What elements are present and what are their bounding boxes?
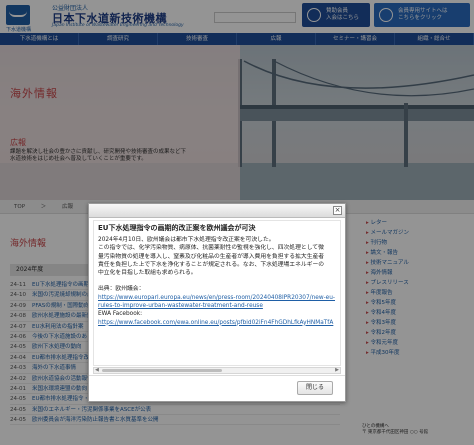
news-dialog: × EU下水処理指令の画期的改正案を欧州議会が可決 2024年4月10日、欧州議… <box>88 203 346 402</box>
horizontal-scrollbar[interactable]: ◀ ▶ <box>93 367 341 374</box>
source-label: 出典：欧州議会： <box>98 286 145 293</box>
dialog-line: この指令では、化学汚染物質、病原体、抗菌薬耐性の監視を強化し、四次処理として微 <box>98 245 324 252</box>
ewa-link[interactable]: https://www.facebook.com/ewa.online.eu/p… <box>98 319 336 327</box>
dialog-line: 量汚染物質の処理を導入し、窒素及び化粧品の生産者が導入費用を負担する拡大生産者 <box>98 253 325 260</box>
dialog-titlebar: × <box>89 204 345 218</box>
scrollbar-thumb[interactable] <box>102 369 222 372</box>
ewa-label: EWA Facebook: <box>98 311 143 318</box>
scroll-left-icon[interactable]: ◀ <box>95 367 99 373</box>
close-icon[interactable]: × <box>333 206 342 215</box>
dialog-line: 中立化を目指した取組も求められる。 <box>98 270 197 277</box>
dialog-footer: 閉じる <box>89 375 345 401</box>
close-button[interactable]: 閉じる <box>297 381 333 395</box>
scroll-right-icon[interactable]: ▶ <box>335 367 339 373</box>
dialog-line: 2024年4月10日、欧州議会は都市下水処理指令改正案を可決した。 <box>98 237 275 243</box>
source-link[interactable]: https://www.europarl.europa.eu/news/en/p… <box>98 294 336 311</box>
dialog-title: EU下水処理指令の画期的改正案を欧州議会が可決 <box>98 224 256 232</box>
dialog-content: EU下水処理指令の画期的改正案を欧州議会が可決 2024年4月10日、欧州議会は… <box>93 220 341 366</box>
dialog-line: 責任を負担した上で下水を浄化することが規定される。なお、下水処理場エネルギーの <box>98 261 325 268</box>
